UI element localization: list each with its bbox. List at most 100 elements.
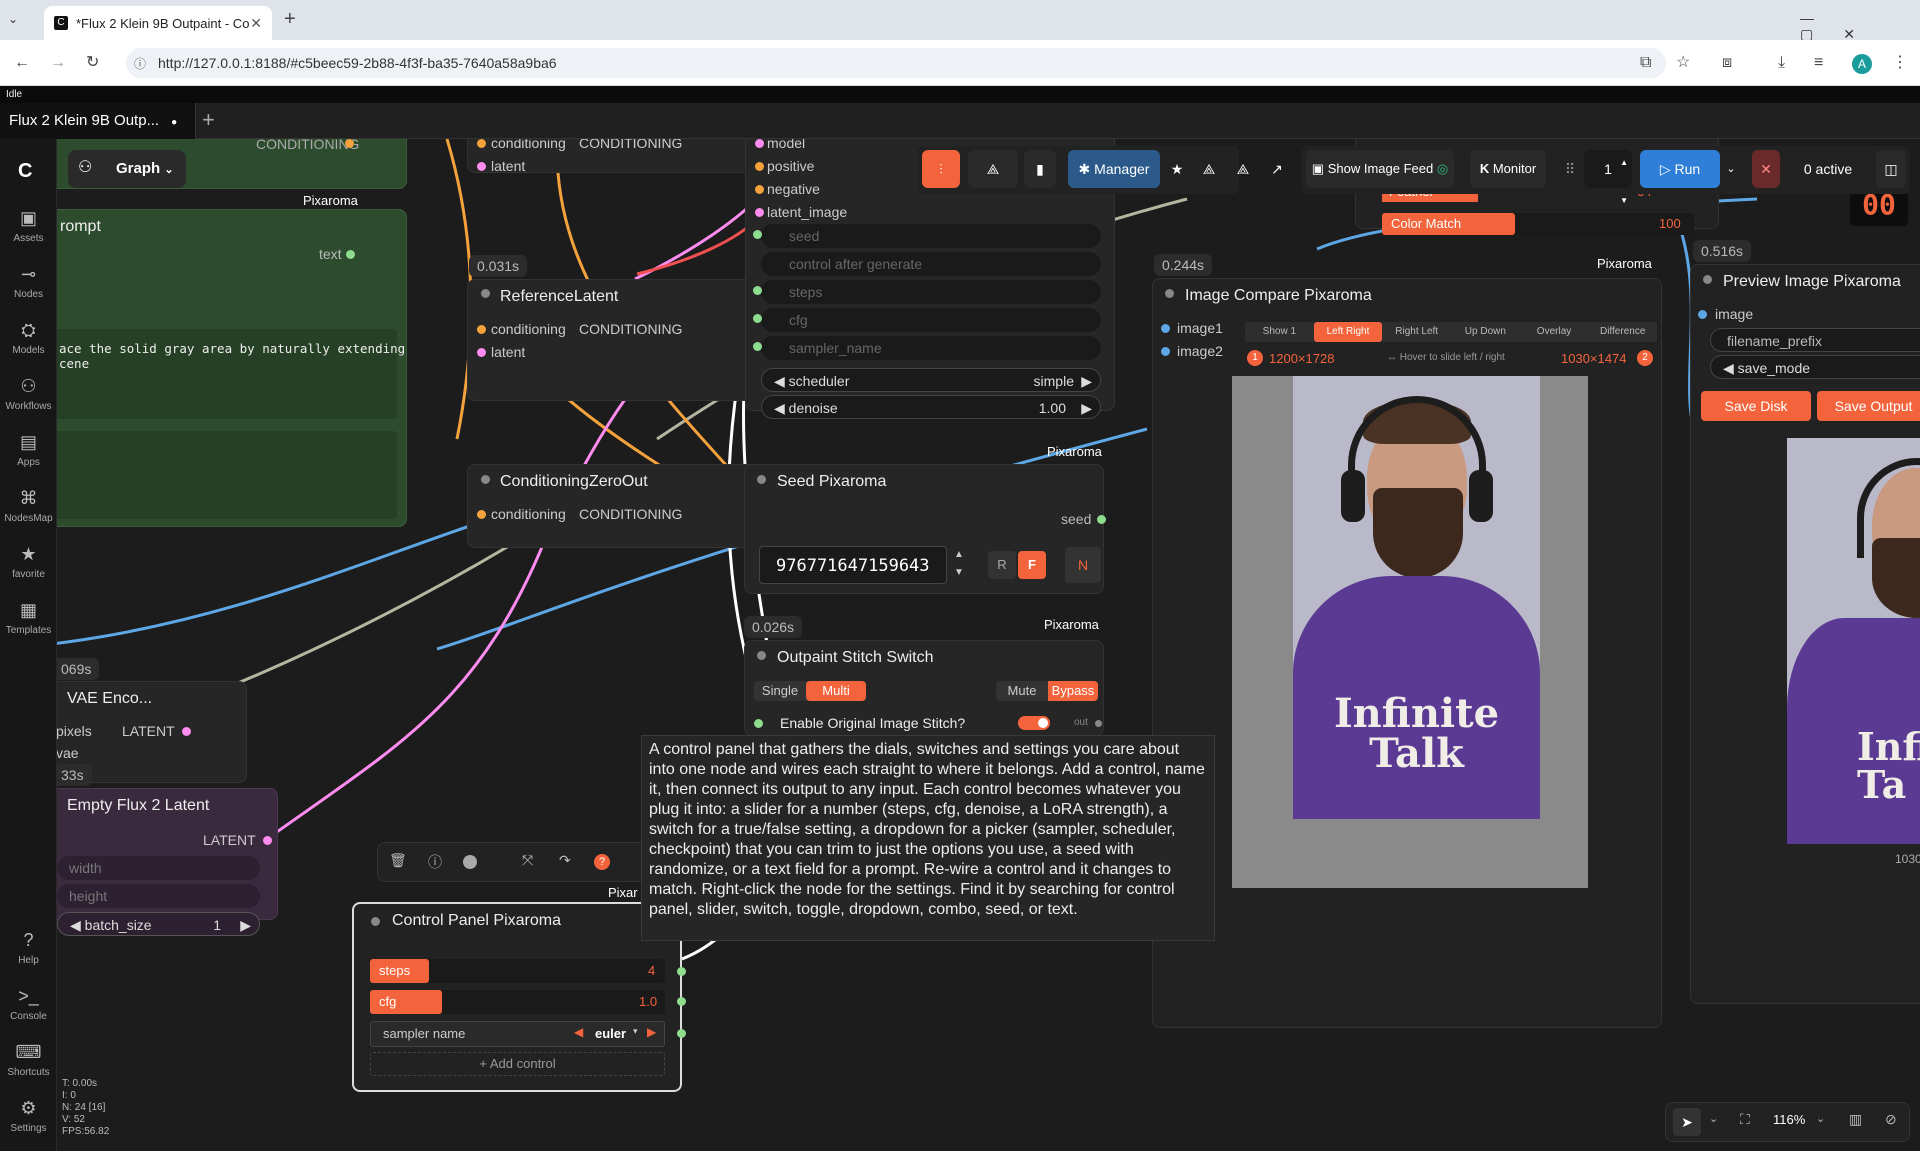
slot[interactable] [1161,324,1170,333]
trash-icon[interactable]: 🗑 [389,852,407,869]
show-image-feed-button[interactable]: ▣ Show Image Feed ◎ [1306,150,1454,188]
seed-new-button[interactable]: N [1065,547,1101,583]
workflow-tab[interactable]: Flux 2 Klein 9B Outp... ● [0,103,196,139]
select-tool-icon[interactable]: ➤ [1673,1108,1701,1136]
save-mode-widget[interactable]: ◀ save_mode [1710,355,1920,379]
slot[interactable] [677,967,686,976]
single-button[interactable]: Single [754,681,806,701]
slot[interactable] [755,139,764,148]
bypass-button[interactable]: Bypass [1048,681,1098,701]
sidebar-item-console[interactable]: >_ Console [0,986,57,1022]
slot[interactable] [753,342,762,351]
height-widget[interactable]: height [57,884,260,908]
save-disk-button[interactable]: Save Disk [1701,391,1811,421]
vae-out-slot[interactable] [182,727,191,736]
help-badge-icon[interactable]: ? [594,854,610,870]
collapse-dot[interactable] [481,289,490,298]
filename-prefix-widget[interactable]: filename_prefix [1710,328,1920,352]
seed-fixed-button[interactable]: F [1018,551,1046,579]
download-icon[interactable]: ⤓ [1778,48,1785,78]
slot[interactable] [755,162,764,171]
prev-arrow-icon[interactable]: ◀ [574,1025,583,1039]
zoom-level[interactable]: 116% [1773,1112,1805,1127]
mode-overlay[interactable]: Overlay [1520,322,1589,342]
preview-image[interactable]: InfiTa [1787,438,1920,844]
conditioning-output-slot[interactable] [345,139,354,148]
mode-difference[interactable]: Difference [1588,322,1657,342]
sidebar-item-assets[interactable]: ▣ Assets [0,208,57,244]
mode-right-left[interactable]: Right Left [1382,322,1451,342]
collapse-dot[interactable] [371,917,380,926]
seed-randomize-button[interactable]: R [988,551,1016,579]
collapse-dot[interactable] [1703,275,1712,284]
mute-button[interactable]: Mute [996,681,1048,701]
add-workflow-icon[interactable]: + [202,107,215,133]
cfg-widget[interactable]: cfg [761,308,1101,332]
seed-stepper[interactable]: ▲ ▼ [954,546,964,582]
bookmark-star-icon[interactable]: ☆ [1676,48,1690,78]
slot[interactable] [677,997,686,1006]
compare-image[interactable]: Infinite Talk [1232,376,1588,888]
slot[interactable] [677,1029,686,1038]
sidebar-item-workflows[interactable]: ⚇ Workflows [0,376,57,412]
sidebar-item-nodesmap[interactable]: ⌘ NodesMap [0,488,57,524]
slot[interactable] [1161,347,1170,356]
slot[interactable] [1698,310,1707,319]
slot[interactable] [477,325,486,334]
seed-widget[interactable]: seed [761,224,1101,248]
slot[interactable] [477,348,486,357]
profile-avatar[interactable]: A [1852,54,1872,74]
sidebar-item-settings[interactable]: ⚙ Settings [0,1098,57,1134]
reading-list-icon[interactable]: ≡ [1814,48,1823,78]
collapse-dot[interactable] [1165,289,1174,298]
next-arrow-icon[interactable]: ▶ [647,1025,656,1039]
star-icon[interactable]: ★ [1164,150,1190,188]
slot[interactable] [753,286,762,295]
run-button[interactable]: ▷ Run [1640,150,1720,188]
mode-show1[interactable]: Show 1 [1245,322,1314,342]
chevron-down-icon[interactable]: ⌄ [1722,150,1740,188]
forward-icon[interactable]: → [50,48,66,78]
queue-active-count[interactable]: 0 active [1788,150,1868,188]
fit-icon[interactable]: ⤧ [522,852,533,869]
info-icon[interactable]: ⓘ [428,852,442,872]
manager-button[interactable]: ✱ Manager [1068,150,1160,188]
slot[interactable] [477,139,486,148]
prompt-textarea[interactable]: ace the solid gray area by naturally ext… [57,329,405,419]
new-tab-icon[interactable]: + [284,8,296,31]
window-controls[interactable]: —▢✕ [1800,10,1920,43]
sidebar-item-nodes[interactable]: ⊸ Nodes [0,264,57,300]
fit-view-icon[interactable]: ⛶ [1740,1111,1750,1128]
close-tab-icon[interactable]: ✕ [250,15,262,32]
hide-links-icon[interactable]: ⊘ [1885,1111,1897,1128]
model-icon[interactable]: ⟁ [1196,150,1222,188]
negative-prompt-textarea[interactable] [57,431,397,519]
sidebar-item-apps[interactable]: ▤ Apps [0,432,57,468]
save-output-button[interactable]: Save Output [1817,391,1920,421]
scheduler-widget[interactable]: ◀ scheduler simple ▶ [761,368,1101,392]
enable-stitch-toggle[interactable] [1018,716,1050,730]
stitch-out-slot[interactable] [1095,720,1102,727]
sampler-name-widget[interactable]: sampler_name [761,336,1101,360]
sidebar-item-templates[interactable]: ▦ Templates [0,600,57,636]
steps-widget[interactable]: steps [761,280,1101,304]
slot[interactable] [755,208,764,217]
sidebar-item-favorite[interactable]: ★ favorite [0,544,57,580]
address-bar[interactable]: http://127.0.0.1:8188/#c5beec59-2b88-4f3… [126,48,1666,78]
add-control-button[interactable]: + Add control [370,1052,665,1076]
reference-latent-node[interactable]: ReferenceLatent [467,279,765,401]
color-picker-icon[interactable] [463,855,477,869]
sidebar-item-shortcuts[interactable]: ⌨ Shortcuts [0,1042,57,1078]
site-info-icon[interactable]: ⓘ [134,55,146,72]
chevron-down-icon[interactable]: ⌄ [1709,1112,1718,1125]
chevron-down-icon[interactable]: ⌄ [1816,1112,1825,1125]
model2-icon[interactable]: ⟁ [1230,150,1256,188]
collapse-dot[interactable] [757,475,766,484]
reload-icon[interactable]: ↻ [86,48,99,78]
cancel-run-button[interactable]: ✕ [1752,150,1780,188]
graph-canvas[interactable]: CONDITIONING Pixaroma rompt text ace the… [57,139,1920,1151]
extensions-icon[interactable]: ⧈ [1722,48,1732,78]
slot[interactable] [754,719,763,728]
redo-icon[interactable]: ↷ [559,852,571,869]
slot[interactable] [753,230,762,239]
